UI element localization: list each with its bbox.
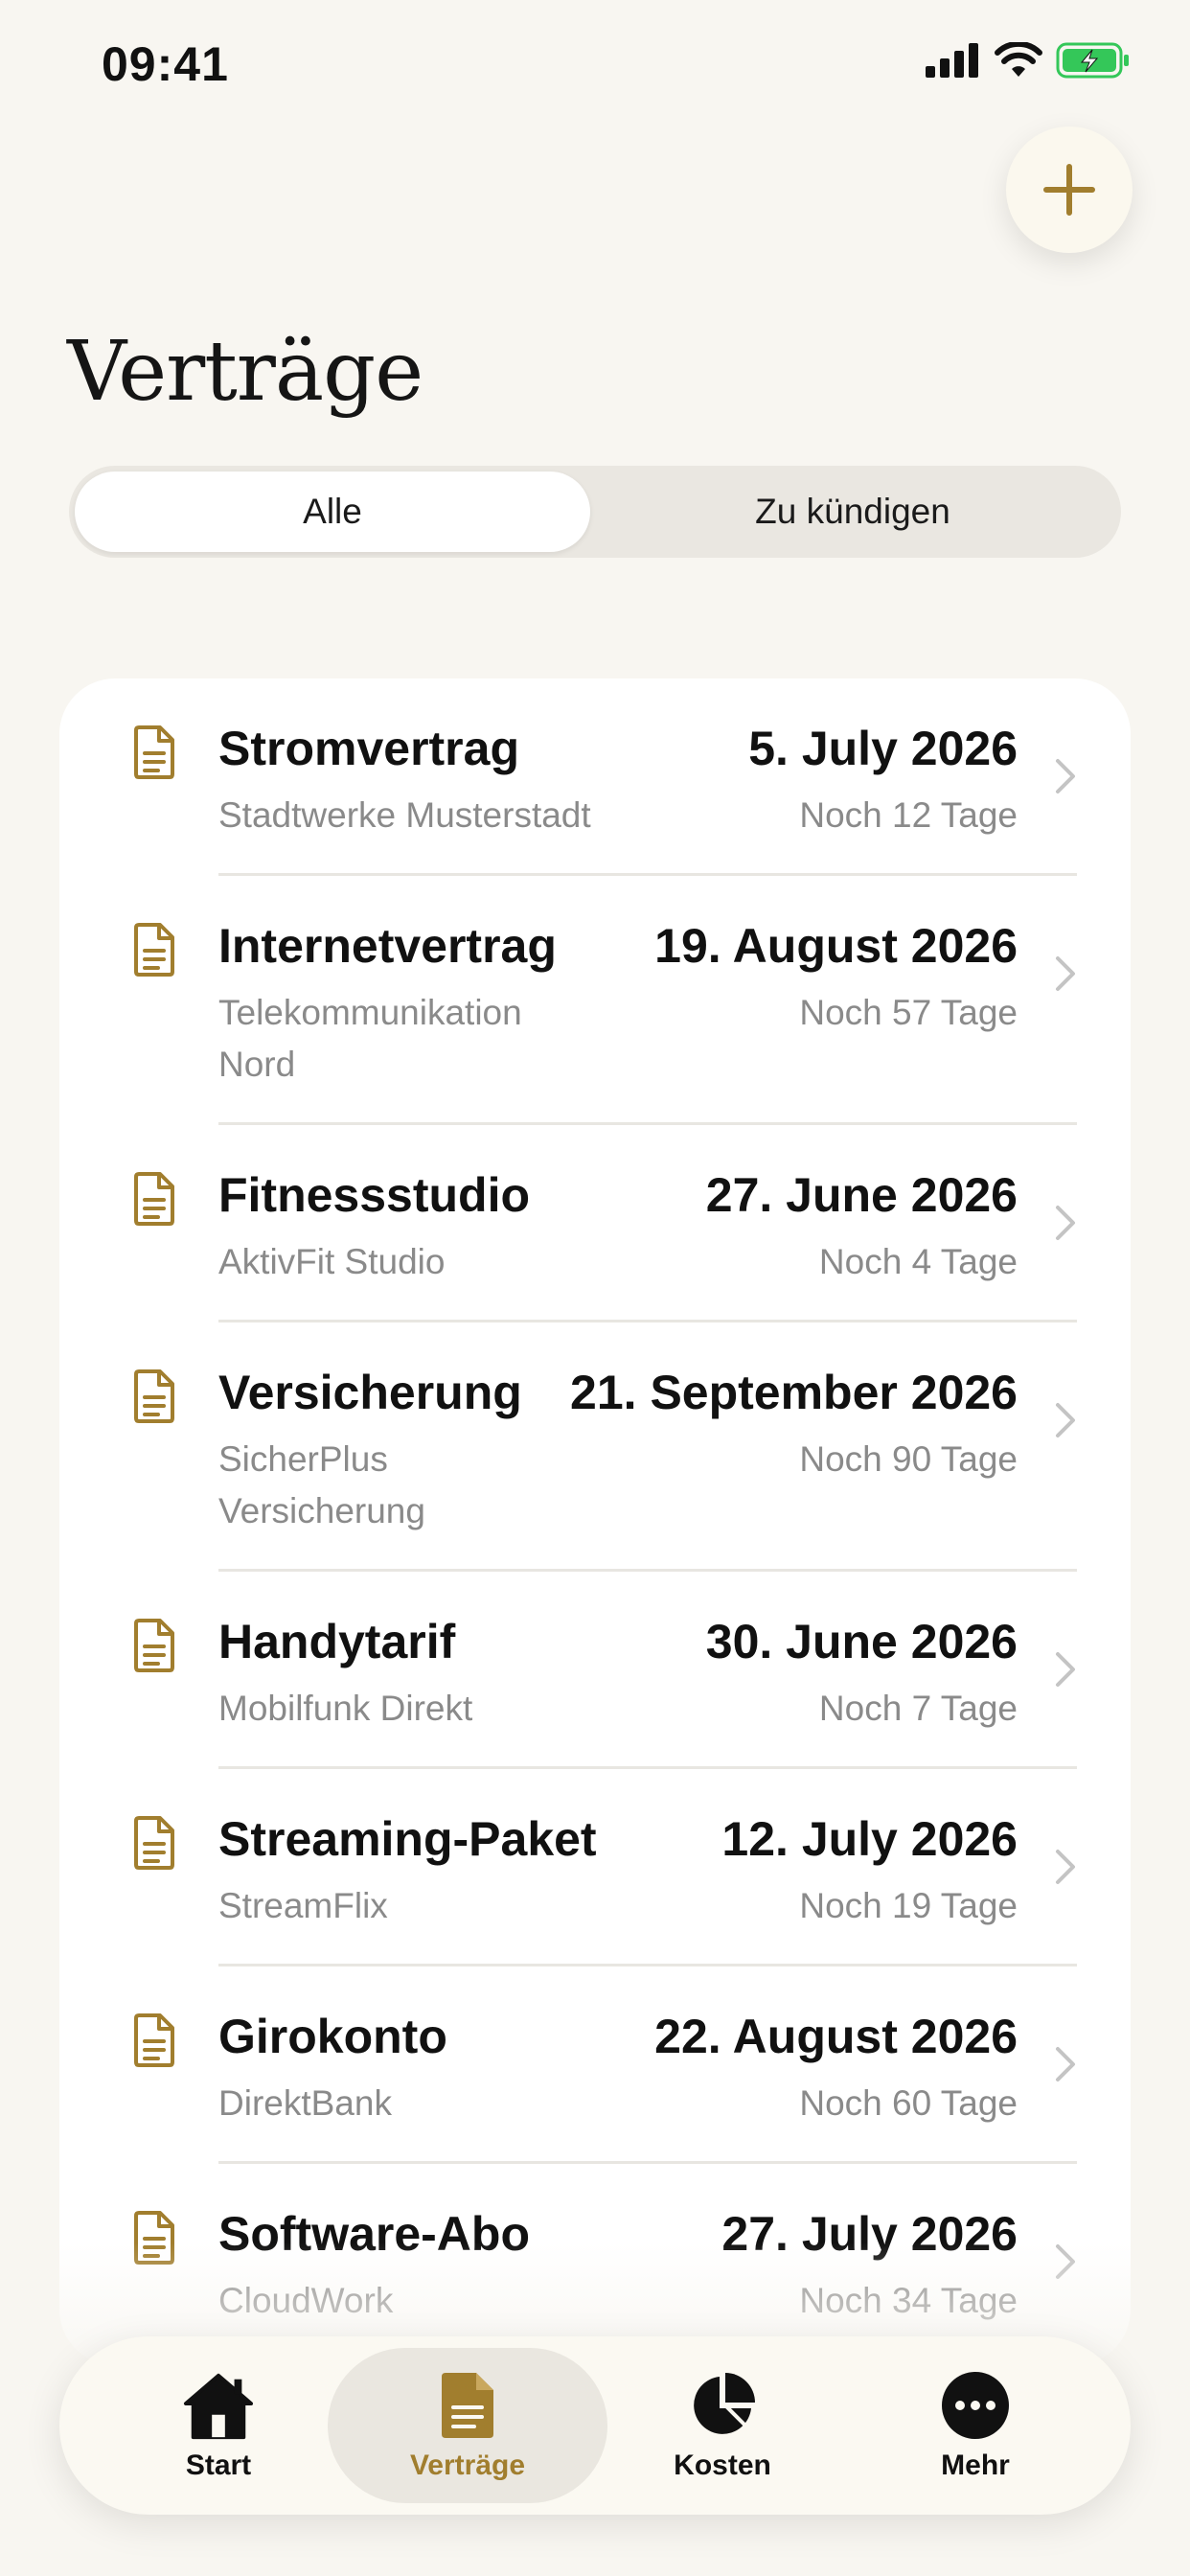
document-icon (134, 1369, 174, 1423)
contract-remaining: Noch 19 Tage (799, 1886, 1018, 1925)
tab-label: Kosten (674, 2450, 771, 2481)
tab-vertraege[interactable]: Verträge (328, 2348, 607, 2503)
tab-mehr[interactable]: Mehr (835, 2348, 1115, 2503)
contract-date: 5. July 2026 (748, 722, 1018, 775)
contract-provider: DirektBank (218, 2083, 392, 2123)
contract-remaining: Noch 7 Tage (818, 1689, 1018, 1728)
document-icon (134, 2211, 174, 2265)
contract-date: 27. June 2026 (705, 1168, 1018, 1222)
segmented-control: Alle Zu kündigen (69, 466, 1121, 558)
tab-bar: Start Verträge Kosten Mehr (59, 2336, 1131, 2515)
contract-row[interactable]: Stromvertrag Stadtwerke Musterstadt 5. J… (59, 678, 1131, 876)
tab-label: Mehr (941, 2450, 1010, 2481)
contract-remaining: Noch 60 Tage (799, 2083, 1018, 2123)
document-icon (134, 1172, 174, 1226)
status-icons (926, 42, 1131, 79)
contract-row[interactable]: Streaming-Paket StreamFlix 12. July 2026… (59, 1769, 1131, 1966)
contract-provider: Stadtwerke Musterstadt (218, 795, 591, 835)
chevron-right-icon (1056, 1652, 1075, 1687)
contract-row[interactable]: Versicherung SicherPlus Versicherung 21.… (59, 1322, 1131, 1572)
contract-remaining: Noch 34 Tage (799, 2281, 1018, 2320)
tab-start[interactable]: Start (79, 2348, 358, 2503)
contract-provider: Mobilfunk Direkt (218, 1689, 473, 1728)
contract-title: Software-Abo (218, 2207, 530, 2261)
add-contract-button[interactable] (1006, 126, 1133, 253)
wifi-icon (995, 42, 1042, 77)
contract-row[interactable]: Fitnessstudio AktivFit Studio 27. June 2… (59, 1125, 1131, 1322)
chevron-right-icon (1056, 956, 1075, 991)
status-time: 09:41 (102, 37, 229, 91)
chevron-right-icon (1056, 1850, 1075, 1884)
chevron-right-icon (1056, 1206, 1075, 1240)
contract-date: 27. July 2026 (721, 2207, 1018, 2261)
status-bar: 09:41 (0, 0, 1190, 134)
pie-chart-icon (694, 2373, 755, 2434)
contract-date: 22. August 2026 (654, 2010, 1018, 2063)
contract-title: Handytarif (218, 1615, 456, 1668)
chevron-right-icon (1056, 759, 1075, 794)
contract-title: Versicherung (218, 1366, 522, 1419)
signal-icon (926, 43, 978, 78)
contract-row[interactable]: Internetvertrag Telekommunikation Nord 1… (59, 876, 1131, 1125)
contract-remaining: Noch 57 Tage (799, 993, 1018, 1032)
document-icon (134, 1816, 174, 1870)
house-icon (183, 2373, 254, 2440)
contract-provider: Telekommunikation Nord (218, 993, 522, 1084)
chevron-right-icon (1056, 2244, 1075, 2279)
contract-date: 30. June 2026 (705, 1615, 1018, 1668)
chevron-right-icon (1056, 2047, 1075, 2082)
contract-title: Streaming-Paket (218, 1812, 597, 1866)
more-icon (942, 2372, 1009, 2439)
document-icon (134, 725, 174, 779)
document-icon (134, 2013, 174, 2067)
segment-zu-kuendigen[interactable]: Zu kündigen (590, 472, 1115, 552)
contract-title: Internetvertrag (218, 919, 557, 973)
contract-row[interactable]: Handytarif Mobilfunk Direkt 30. June 202… (59, 1572, 1131, 1769)
document-icon (134, 923, 174, 977)
contract-title: Stromvertrag (218, 722, 519, 775)
tab-kosten[interactable]: Kosten (583, 2348, 862, 2503)
tab-label: Start (185, 2450, 252, 2481)
segment-alle[interactable]: Alle (75, 472, 590, 552)
contract-provider: AktivFit Studio (218, 1242, 446, 1281)
contract-remaining: Noch 90 Tage (799, 1439, 1018, 1479)
document-icon (442, 2373, 493, 2438)
contract-date: 12. July 2026 (721, 1812, 1018, 1866)
contract-remaining: Noch 12 Tage (799, 795, 1018, 835)
contract-title: Fitnessstudio (218, 1168, 531, 1222)
contract-provider: StreamFlix (218, 1886, 388, 1925)
contract-row[interactable]: Software-Abo CloudWork 27. July 2026 Noc… (59, 2164, 1131, 2361)
battery-icon (1056, 42, 1129, 79)
tab-label: Verträge (409, 2450, 526, 2481)
contract-date: 19. August 2026 (654, 919, 1018, 973)
plus-icon (1043, 164, 1095, 216)
page-title: Verträge (67, 324, 423, 420)
contract-date: 21. September 2026 (570, 1366, 1018, 1419)
contract-row[interactable]: Girokonto DirektBank 22. August 2026 Noc… (59, 1966, 1131, 2164)
document-icon (134, 1619, 174, 1672)
contract-provider: CloudWork (218, 2281, 394, 2320)
contract-list: Stromvertrag Stadtwerke Musterstadt 5. J… (59, 678, 1131, 2365)
contract-title: Girokonto (218, 2010, 447, 2063)
contract-provider: SicherPlus Versicherung (218, 1439, 425, 1530)
contract-remaining: Noch 4 Tage (818, 1242, 1018, 1281)
chevron-right-icon (1056, 1403, 1075, 1438)
